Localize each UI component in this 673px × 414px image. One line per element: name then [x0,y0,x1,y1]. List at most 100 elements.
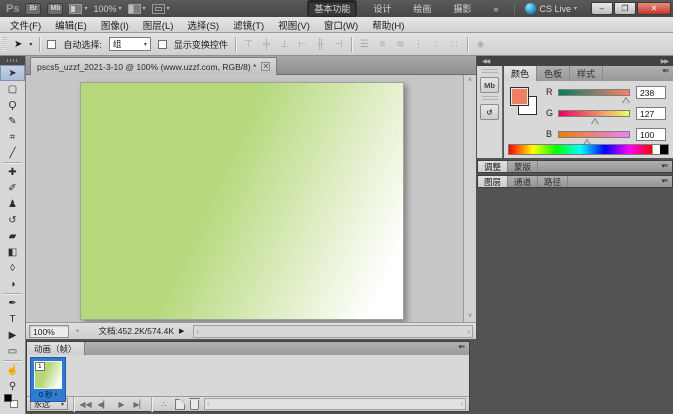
view-extras-button[interactable]: ▾ [128,4,146,14]
workspace-painting[interactable]: 绘画 [407,1,437,16]
menu-filter[interactable]: 滤镜(T) [233,18,264,32]
frame-delay-dropdown[interactable]: 0 秒▾ [31,389,65,400]
canvas-area[interactable] [26,75,463,322]
white-chip[interactable] [652,145,660,154]
mini-bridge-panel-button[interactable]: Mb [480,77,499,93]
foreground-color-swatch[interactable] [510,87,529,106]
green-slider-thumb[interactable] [591,119,599,125]
dodge-tool[interactable]: ◑ [0,276,25,292]
align-right-edges-icon[interactable]: ⊣ [333,39,344,50]
clone-stamp-tool[interactable]: ♟ [0,196,25,212]
type-tool[interactable]: T [0,311,25,327]
delete-frame-button[interactable] [190,400,199,410]
auto-align-layers-icon[interactable]: ◈ [475,39,486,50]
distribute-bottom-edges-icon[interactable]: ≋ [395,39,406,50]
align-vertical-centers-icon[interactable]: ╪ [261,39,272,50]
spectrum-gradient[interactable] [509,145,652,154]
path-selection-tool[interactable]: ▶ [0,327,25,343]
eraser-tool[interactable]: ▰ [0,228,25,244]
distribute-horizontal-centers-icon[interactable]: ∶ [431,39,442,50]
tab-channels[interactable]: 通道 [508,176,538,187]
close-document-icon[interactable]: ✕ [261,62,270,71]
animation-frame-1[interactable]: 1 0 秒▾ [30,357,66,402]
green-value-field[interactable]: 127 [636,107,666,120]
screen-mode-button[interactable]: ▾ [152,4,170,14]
tab-adjustments[interactable]: 调整 [478,161,508,172]
history-panel-button[interactable]: ↺ [480,104,499,120]
bridge-button[interactable]: Br [25,3,41,15]
spot-healing-brush-tool[interactable]: ✚ [0,164,25,180]
tab-masks[interactable]: 蒙版 [508,161,538,172]
move-tool-preset-icon[interactable]: ➤ [14,39,22,50]
distribute-vertical-centers-icon[interactable]: ≡ [377,39,388,50]
distribute-right-edges-icon[interactable]: ∷ [449,39,460,50]
tab-color[interactable]: 颜色 [504,66,537,81]
next-frame-button[interactable]: ▶▏ [133,400,146,409]
auto-select-checkbox[interactable] [47,40,56,49]
vertical-scrollbar[interactable]: ˄ ˅ [463,75,476,322]
minimize-button[interactable]: – [591,2,613,15]
previous-frame-button[interactable]: ◀▏ [97,400,110,409]
red-slider[interactable] [558,89,630,96]
blue-value-field[interactable]: 100 [636,128,666,141]
show-transform-checkbox[interactable] [158,40,167,49]
align-horizontal-centers-icon[interactable]: ╫ [315,39,326,50]
workspace-design[interactable]: 设计 [367,1,397,16]
rectangle-tool[interactable]: ▭ [0,343,25,359]
panel-menu-icon[interactable]: ▾≡ [458,342,469,355]
animation-scrollbar[interactable]: ‹ › [204,398,466,410]
expand-panels-icon[interactable]: ◀◀ [482,58,489,65]
scroll-left-icon[interactable]: ‹ [196,327,199,336]
align-left-edges-icon[interactable]: ⊢ [297,39,308,50]
pen-tool[interactable]: ✒ [0,295,25,311]
scroll-right-icon[interactable]: › [467,327,470,336]
red-slider-thumb[interactable] [622,98,630,104]
distribute-top-edges-icon[interactable]: ☰ [359,39,370,50]
tab-paths[interactable]: 路径 [538,176,568,187]
rectangular-marquee-tool[interactable]: ▢ [0,81,25,97]
menu-window[interactable]: 窗口(W) [324,18,358,32]
zoom-level-dropdown[interactable]: 100%▾ [93,4,121,14]
scroll-right-icon[interactable]: › [461,401,463,408]
zoom-tool[interactable]: ⚲ [0,378,25,394]
status-options-arrow[interactable]: ▶ [179,327,184,335]
minibridge-button[interactable]: Mb [47,3,63,15]
hand-tool[interactable]: ☝ [0,362,25,378]
workspace-overflow-button[interactable]: » [487,3,504,15]
blue-slider[interactable] [558,131,630,138]
align-top-edges-icon[interactable]: ⊤ [243,39,254,50]
tab-swatches[interactable]: 色板 [537,66,570,81]
menu-edit[interactable]: 编辑(E) [55,18,87,32]
lasso-tool[interactable]: Ϙ [0,97,25,113]
horizontal-scrollbar[interactable]: ‹ › [193,325,473,338]
animation-frames-tab[interactable]: 动画（帧） [27,342,85,355]
workspace-essentials[interactable]: 基本功能 [307,0,357,17]
eyedropper-tool[interactable]: ╱ [0,145,25,161]
menu-file[interactable]: 文件(F) [10,18,41,32]
menu-layer[interactable]: 图层(L) [143,18,174,32]
default-colors-icon[interactable] [4,394,20,410]
distribute-left-edges-icon[interactable]: ⋮ [413,39,424,50]
new-frame-button[interactable] [175,399,185,410]
document-tab[interactable]: pscs5_uzzf_2021-3-10 @ 100% (www.uzzf.co… [30,57,277,75]
scroll-up-icon[interactable]: ˄ [464,77,476,84]
play-button[interactable]: ▶ [115,400,128,409]
blur-tool[interactable]: ◊ [0,260,25,276]
first-frame-button[interactable]: ◀◀ [79,400,92,409]
color-spectrum-ramp[interactable] [508,144,669,155]
tools-panel-header[interactable] [0,56,25,65]
move-tool[interactable]: ➤ [0,65,25,81]
scroll-down-icon[interactable]: ˅ [464,313,476,320]
align-bottom-edges-icon[interactable]: ⊥ [279,39,290,50]
tab-layers[interactable]: 图层 [478,176,508,187]
quick-selection-tool[interactable]: ✎ [0,113,25,129]
tab-styles[interactable]: 样式 [570,66,603,81]
menu-image[interactable]: 图像(I) [101,18,129,32]
history-brush-tool[interactable]: ↺ [0,212,25,228]
close-button[interactable]: ✕ [637,2,671,15]
cs-live-button[interactable]: CS Live ▾ [525,3,577,14]
menu-help[interactable]: 帮助(H) [372,18,404,32]
tween-button[interactable]: ∴ [157,400,170,409]
collapse-to-icons-icon[interactable]: ▶▶ [661,58,668,65]
panel-menu-icon[interactable]: ▾≡ [662,66,673,81]
